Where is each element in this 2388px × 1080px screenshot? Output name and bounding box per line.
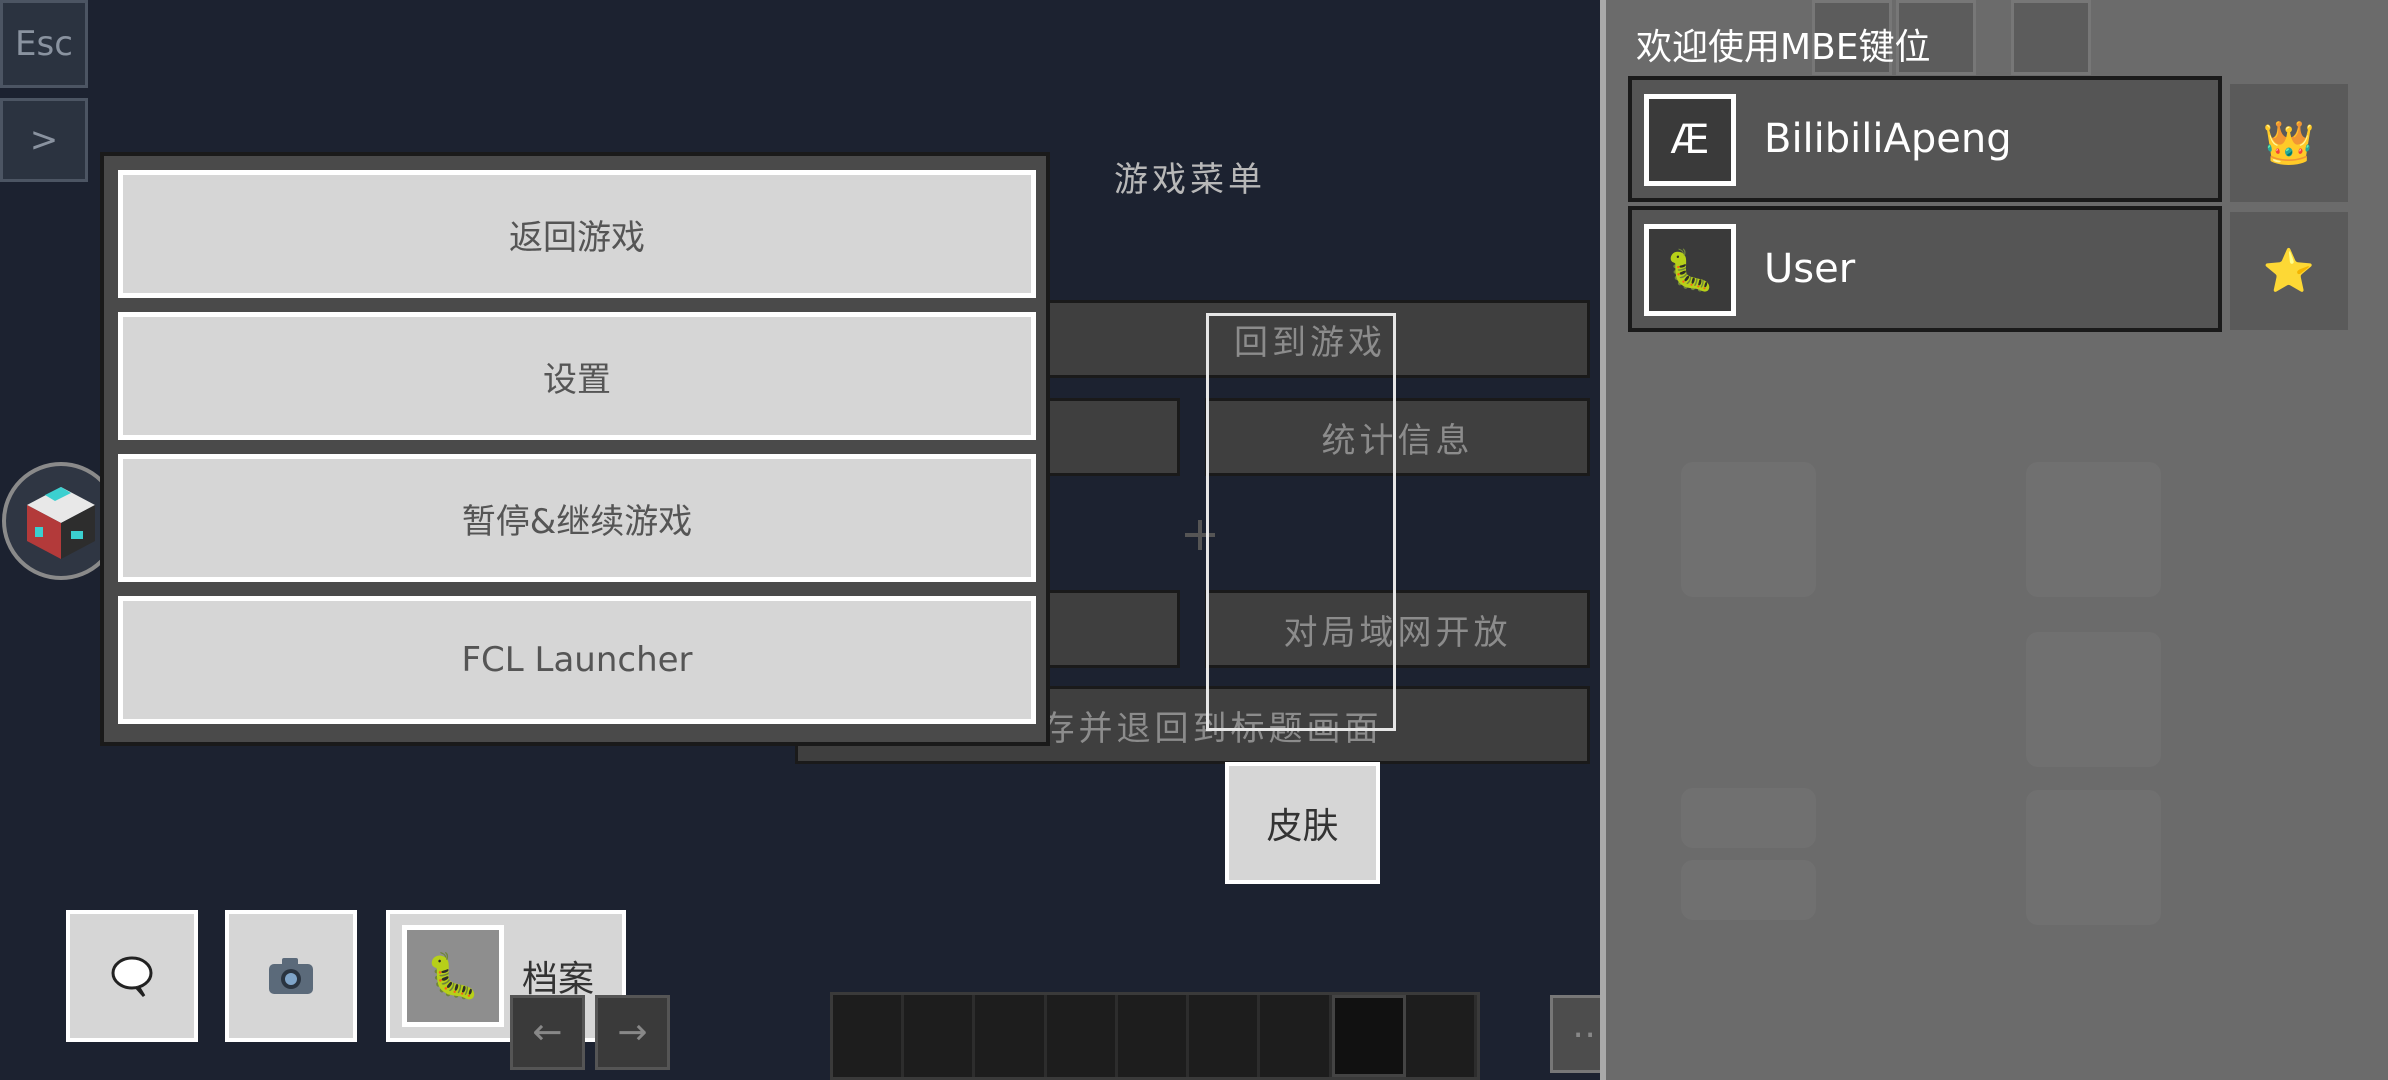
hotbar [830,992,1480,1080]
hotbar-slot[interactable] [904,995,976,1077]
quick-menu-panel: 返回游戏 设置 暂停&继续游戏 FCL Launcher [100,152,1050,746]
right-arrow-key[interactable]: → [595,995,670,1070]
hotbar-slot[interactable] [975,995,1047,1077]
caterpillar-avatar-icon: 🐛 [1644,224,1736,316]
user-name: BilibiliApeng [1764,116,2012,162]
profile-button[interactable]: 🐛 档案 [386,910,626,1042]
bg-left-button-2 [1030,590,1180,668]
bg-left-button-1 [1030,398,1180,476]
ghost-circle-key-2 [2026,632,2161,767]
panel-title: 欢迎使用MBE键位 [1636,27,1931,68]
pause-resume-button[interactable]: 暂停&继续游戏 [118,454,1036,582]
screenshot-button[interactable] [225,910,357,1042]
user-avatar: Æ [1644,94,1736,186]
ghost-down-key [1681,860,1816,920]
fcl-launcher-button[interactable]: FCL Launcher [118,596,1036,724]
game-menu-title: 游戏菜单 [1114,160,1266,200]
hotbar-slot[interactable] [1047,995,1118,1077]
user-row[interactable]: 🐛 User [1628,206,2222,332]
hotbar-slot[interactable] [1118,995,1190,1077]
speech-bubble-icon [111,956,153,997]
caterpillar-icon: 🐛 [402,925,504,1027]
hotbar-slot-selected[interactable] [1331,995,1406,1077]
expand-key[interactable]: > [0,98,88,182]
fcl-cube-icon [27,487,95,559]
settings-button[interactable]: 设置 [118,312,1036,440]
star-icon[interactable]: ⭐ [2230,212,2348,330]
selection-outline [1206,313,1396,731]
left-arrow-key[interactable]: ← [510,995,585,1070]
esc-key[interactable]: Esc [0,0,88,88]
user-row[interactable]: Æ BilibiliApeng [1628,76,2222,202]
camera-icon [269,958,313,994]
skin-button[interactable]: 皮肤 [1225,762,1380,884]
ghost-circle-key-1 [2026,462,2161,597]
ghost-key-3 [2011,0,2091,75]
hotbar-slot[interactable] [1260,995,1332,1077]
return-to-game-button[interactable]: 返回游戏 [118,170,1036,298]
chat-button[interactable] [66,910,198,1042]
ghost-up-key [1681,788,1816,848]
crown-icon[interactable]: 👑 [2230,84,2348,202]
mbe-keymap-panel: 欢迎使用MBE键位 Æ BilibiliApeng 👑 🐛 User ⭐ [1600,0,2388,1080]
hotbar-slot[interactable] [1189,995,1261,1077]
ghost-close-key [1681,462,1816,597]
ghost-circle-key-3 [2026,790,2161,925]
hotbar-slot[interactable] [833,995,905,1077]
user-name: User [1764,246,1856,292]
hotbar-slot[interactable] [1406,995,1477,1077]
